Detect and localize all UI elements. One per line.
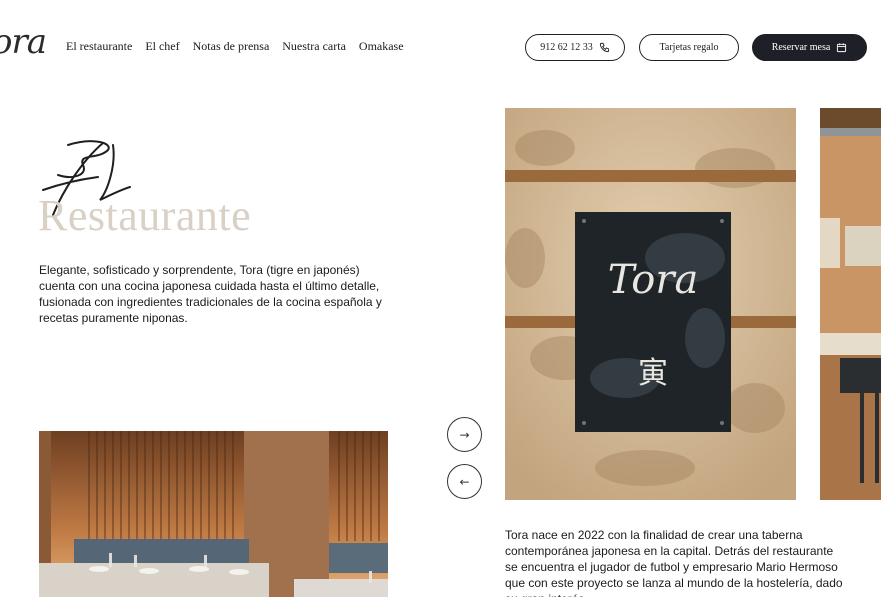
- nav-el-chef[interactable]: El chef: [145, 39, 179, 54]
- phone-number: 912 62 12 33: [540, 42, 593, 53]
- reserve-table-button[interactable]: Reservar mesa: [752, 34, 867, 61]
- nav-el-restaurante[interactable]: El restaurante: [66, 39, 132, 54]
- description-paragraph: Tora nace en 2022 con la finalidad de cr…: [505, 528, 843, 597]
- slide-image-tora-sign: Tora 寅: [505, 108, 796, 500]
- phone-icon: [599, 42, 609, 53]
- restaurant-interior-image: [39, 431, 388, 597]
- nav-omakase[interactable]: Omakase: [359, 39, 404, 54]
- phone-button[interactable]: 912 62 12 33: [525, 34, 625, 61]
- nav-notas-de-prensa[interactable]: Notas de prensa: [193, 39, 270, 54]
- nav-nuestra-carta[interactable]: Nuestra carta: [282, 39, 346, 54]
- gift-cards-button[interactable]: Tarjetas regalo: [639, 34, 739, 61]
- arrow-left-icon: ←: [459, 474, 470, 489]
- site-header: ora El restaurante El chef Notas de pren…: [0, 0, 881, 95]
- reserve-label: Reservar mesa: [771, 42, 831, 53]
- sign-text: Tora: [608, 257, 699, 303]
- previous-slide-button[interactable]: ←: [447, 464, 482, 499]
- calendar-icon: [837, 43, 847, 53]
- main-nav: El restaurante El chef Notas de prensa N…: [66, 39, 404, 54]
- intro-paragraph: Elegante, sofisticado y sorprendente, To…: [39, 263, 382, 325]
- page-title: Restaurante: [38, 191, 252, 240]
- arrow-right-icon: →: [459, 427, 470, 442]
- logo[interactable]: ora: [0, 22, 47, 62]
- slide-image-next-peek: [820, 108, 881, 500]
- next-slide-button[interactable]: →: [447, 417, 482, 452]
- sign-kanji: 寅: [638, 356, 668, 391]
